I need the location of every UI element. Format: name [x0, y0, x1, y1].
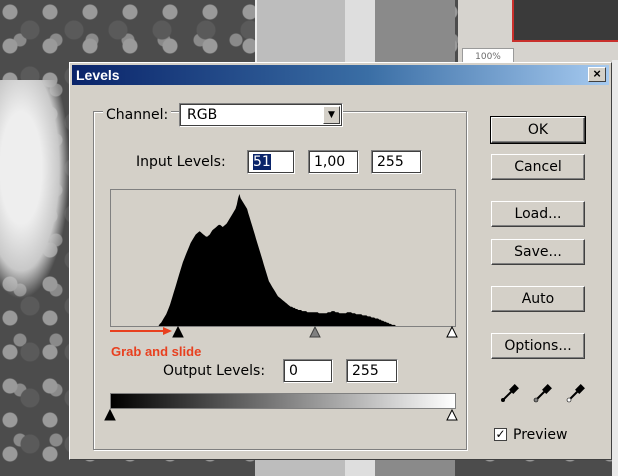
black-eyedropper-icon[interactable]: [500, 383, 520, 403]
background-panel-edge: [612, 60, 618, 476]
histogram: [110, 189, 456, 327]
input-black-field[interactable]: 51: [247, 150, 295, 174]
save-button[interactable]: Save...: [491, 239, 585, 265]
background-panel-strip: [345, 460, 375, 476]
output-black-field[interactable]: 0: [283, 359, 333, 383]
navigator-thumbnail: [512, 0, 618, 42]
ok-button[interactable]: OK: [490, 116, 586, 144]
background-panel-strip: [345, 0, 375, 70]
channel-select[interactable]: RGB ▼: [179, 103, 343, 127]
output-slider-track[interactable]: [102, 408, 464, 422]
background-panel-strip: [255, 460, 345, 476]
histogram-shape: [111, 194, 455, 326]
close-icon: ×: [593, 66, 601, 81]
background-panel-strip: [255, 0, 347, 70]
background-panel-strip: [375, 460, 455, 476]
dialog-title: Levels: [76, 67, 120, 83]
auto-button[interactable]: Auto: [491, 286, 585, 312]
input-white-slider: [446, 325, 458, 338]
output-white-field[interactable]: 255: [346, 359, 398, 383]
arrow-right-icon: [110, 327, 172, 335]
background-hand: [0, 80, 70, 300]
preview-checkbox[interactable]: ✓: [494, 428, 507, 441]
check-icon: ✓: [495, 427, 506, 441]
white-eyedropper-icon[interactable]: [566, 383, 586, 403]
input-black-value: 51: [253, 154, 271, 170]
chevron-down-icon[interactable]: ▼: [323, 106, 340, 124]
levels-dialog: Levels × Channel: RGB ▼ Input Levels: 51…: [69, 62, 612, 460]
input-levels-label: Input Levels:: [136, 154, 226, 170]
input-white-field[interactable]: 255: [371, 150, 422, 174]
input-gamma-field[interactable]: 1,00: [308, 150, 359, 174]
channel-label: Channel:: [103, 107, 172, 123]
output-white-slider: [446, 408, 458, 421]
output-levels-label: Output Levels:: [163, 363, 266, 379]
options-button[interactable]: Options...: [491, 333, 585, 359]
background-panel-strip: [375, 0, 455, 70]
dialog-titlebar[interactable]: Levels ×: [72, 65, 609, 85]
grab-and-slide-annotation: Grab and slide: [111, 344, 202, 359]
input-black-slider: [172, 325, 184, 338]
input-gamma-slider: [309, 325, 321, 338]
preview-label: Preview: [513, 427, 568, 443]
channel-value: RGB: [187, 107, 218, 123]
output-gradient-bar: [110, 393, 456, 409]
gray-eyedropper-icon[interactable]: [533, 383, 553, 403]
load-button[interactable]: Load...: [491, 201, 585, 227]
output-black-slider: [104, 408, 116, 421]
close-button[interactable]: ×: [588, 67, 606, 82]
cancel-button[interactable]: Cancel: [491, 154, 585, 180]
